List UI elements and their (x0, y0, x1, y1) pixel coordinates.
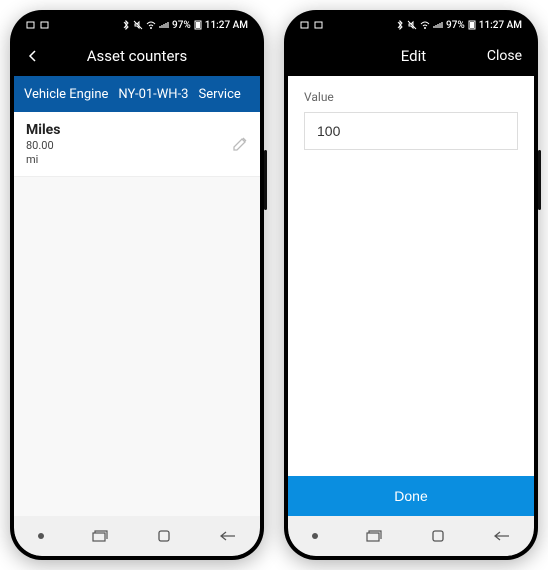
notification-icon (26, 20, 36, 30)
home-button[interactable] (156, 528, 172, 544)
value-label: Value (304, 90, 518, 104)
back-button[interactable] (26, 49, 46, 63)
header-title: Edit (340, 47, 487, 65)
battery-text: 97% (446, 20, 465, 31)
notification-icon (300, 20, 310, 30)
app-header: Asset counters (14, 36, 260, 76)
bluetooth-icon (396, 20, 404, 30)
app-header: Edit Close (288, 36, 534, 76)
edit-icon[interactable] (232, 136, 248, 152)
notification-icon-2 (40, 20, 50, 30)
breadcrumb-asset-id: NY-01-WH-3 (118, 87, 188, 102)
counter-row[interactable]: Miles 80.00 mi (14, 112, 260, 177)
time-text: 11:27 AM (205, 20, 248, 31)
wifi-icon (420, 21, 430, 29)
battery-icon (468, 20, 476, 30)
breadcrumb-work-type: Service (198, 87, 240, 102)
counter-name: Miles (26, 122, 60, 138)
breadcrumb-bar: Vehicle Engine NY-01-WH-3 Service (14, 76, 260, 112)
status-bar: 97% 11:27 AM (288, 14, 534, 36)
recent-apps-button[interactable] (366, 528, 382, 544)
signal-icon (159, 21, 169, 29)
mute-icon (133, 20, 143, 30)
counter-value: 80.00 (26, 139, 60, 152)
phone-right: 97% 11:27 AM Edit Close Value Done (284, 10, 538, 560)
recent-apps-button[interactable] (92, 528, 108, 544)
counter-unit: mi (26, 153, 60, 166)
mute-icon (407, 20, 417, 30)
battery-icon (194, 20, 202, 30)
nav-dot (38, 533, 44, 539)
home-button[interactable] (430, 528, 446, 544)
back-nav-button[interactable] (494, 528, 510, 544)
time-text: 11:27 AM (479, 20, 522, 31)
bluetooth-icon (122, 20, 130, 30)
wifi-icon (146, 21, 156, 29)
phone-left: 97% 11:27 AM Asset counters Vehicle Engi… (10, 10, 264, 560)
value-input[interactable] (304, 112, 518, 150)
nav-dot (312, 533, 318, 539)
notification-icon-2 (314, 20, 324, 30)
signal-icon (433, 21, 443, 29)
status-bar: 97% 11:27 AM (14, 14, 260, 36)
back-nav-button[interactable] (220, 528, 236, 544)
done-button[interactable]: Done (288, 476, 534, 516)
content-area: Value Done (288, 76, 534, 516)
phone-screen: 97% 11:27 AM Edit Close Value Done (288, 14, 534, 556)
android-nav-bar (288, 516, 534, 556)
battery-text: 97% (172, 20, 191, 31)
phone-screen: 97% 11:27 AM Asset counters Vehicle Engi… (14, 14, 260, 556)
breadcrumb-asset-type: Vehicle Engine (24, 87, 108, 102)
close-button[interactable]: Close (487, 48, 522, 64)
android-nav-bar (14, 516, 260, 556)
content-area: Miles 80.00 mi (14, 112, 260, 516)
header-title: Asset counters (46, 47, 228, 65)
